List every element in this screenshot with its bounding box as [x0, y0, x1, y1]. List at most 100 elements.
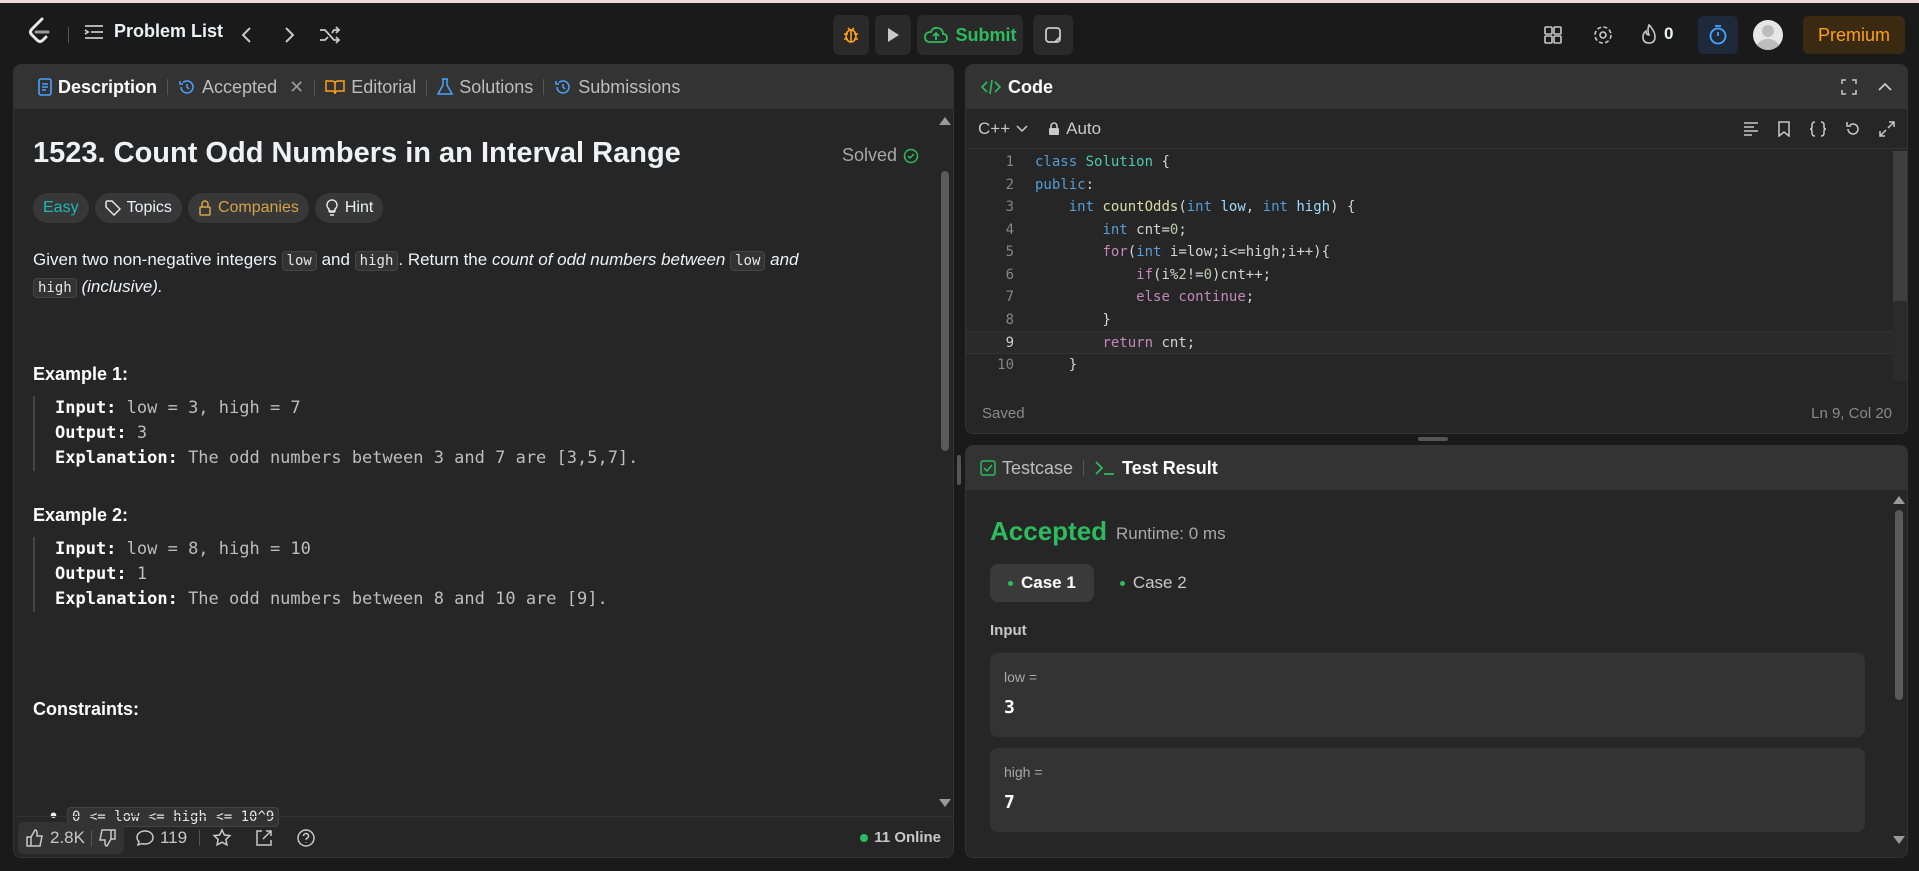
test-scrollbar[interactable]	[1893, 496, 1905, 846]
streak-counter[interactable]: 0	[1640, 23, 1673, 45]
explanation-label: Explanation:	[55, 448, 178, 468]
bookmark-icon[interactable]	[1777, 120, 1791, 137]
star-favorite-icon[interactable]	[212, 827, 232, 848]
code-line: 1 class Solution {	[966, 151, 1896, 174]
notes-icon[interactable]	[1033, 15, 1073, 55]
input-section-label: Input	[990, 622, 1027, 639]
tab-submissions[interactable]: Submissions	[544, 77, 690, 98]
tab-editorial-label: Editorial	[351, 76, 417, 97]
case-1-tab[interactable]: Case 1	[990, 564, 1094, 602]
code-scrollbar[interactable]	[1893, 151, 1907, 381]
premium-button[interactable]: Premium	[1803, 16, 1905, 54]
line-number: 10	[997, 356, 1014, 373]
leetcode-logo-icon[interactable]	[26, 17, 54, 45]
language-select[interactable]: C++	[978, 119, 1028, 139]
problem-list-button[interactable]: Problem List	[84, 21, 223, 42]
case-pass-dot	[1008, 580, 1013, 586]
share-external-icon[interactable]	[254, 828, 274, 848]
tab-testcase-label: Testcase	[1002, 457, 1074, 478]
code-status-bar: Saved Ln 9, Col 20	[982, 405, 1892, 422]
result-status: Accepted	[990, 516, 1108, 546]
code-line: 6 if(i%2!=0)cnt++;	[966, 264, 1896, 287]
vertical-resize-handle[interactable]	[957, 455, 961, 485]
fullscreen-icon[interactable]	[1841, 79, 1857, 95]
auto-mode-toggle[interactable]: Auto	[1048, 119, 1101, 139]
prev-problem-chevron-left-icon[interactable]	[234, 23, 258, 47]
problem-list-label: Problem List	[114, 21, 224, 41]
code-line-current: 9 return cnt;	[966, 331, 1896, 354]
top-bar: Problem List Submit 0 Premium	[0, 0, 1919, 60]
tab-accepted[interactable]: Accepted ✕	[168, 77, 314, 98]
layout-grid-icon[interactable]	[1540, 23, 1566, 47]
tab-test-result[interactable]: Test Result	[1084, 458, 1228, 479]
description-tabbar: Description Accepted ✕ Editorial Solutio…	[14, 65, 953, 109]
scroll-down-arrow-icon[interactable]	[1893, 836, 1905, 844]
line-number: 4	[1005, 221, 1014, 238]
debug-bug-icon[interactable]	[833, 15, 869, 55]
input-label: Input:	[55, 539, 117, 559]
next-problem-chevron-right-icon[interactable]	[278, 23, 302, 47]
scroll-up-arrow-icon[interactable]	[1893, 496, 1905, 504]
reset-undo-icon[interactable]	[1845, 121, 1861, 137]
problem-description: Given two non-negative integers low and …	[33, 247, 863, 301]
code-line: 5 for(int i=low;i<=high;i++){	[966, 241, 1896, 264]
braces-icon[interactable]	[1809, 120, 1827, 137]
run-play-icon[interactable]	[875, 15, 911, 55]
tab-testcase[interactable]: Testcase	[980, 458, 1083, 479]
cloud-upload-icon	[923, 26, 948, 43]
saved-status: Saved	[982, 405, 1025, 422]
thumbs-up-icon[interactable]	[26, 828, 44, 847]
description-scrollbar[interactable]	[939, 109, 951, 809]
example-2-block: Input: low = 8, high = 10 Output: 1 Expl…	[33, 537, 608, 612]
companies-button[interactable]: Companies	[187, 193, 309, 223]
scroll-thumb[interactable]	[941, 171, 949, 451]
topics-button[interactable]: Topics	[94, 193, 182, 223]
resize-handle[interactable]	[1418, 437, 1448, 441]
tab-solutions[interactable]: Solutions	[427, 77, 543, 98]
tab-description-label: Description	[58, 76, 158, 97]
shuffle-icon[interactable]	[316, 23, 344, 47]
collapse-chevron-up-icon[interactable]	[1877, 81, 1893, 93]
hint-label: Hint	[344, 199, 374, 216]
difficulty-badge: Easy	[33, 193, 89, 223]
settings-gear-icon[interactable]	[1590, 23, 1616, 47]
tab-code[interactable]: Code	[980, 77, 1063, 98]
tab-editorial[interactable]: Editorial	[315, 77, 426, 98]
expand-editor-icon[interactable]	[1879, 120, 1895, 137]
description-footer: 2.8K 119 11 Online	[14, 816, 953, 857]
desc-text-2: and	[316, 250, 355, 269]
example-2-input: low = 8, high = 10	[116, 539, 311, 559]
code-line: 7 else continue;	[966, 286, 1896, 309]
scroll-thumb[interactable]	[1893, 151, 1907, 301]
code-editor[interactable]: 1 class Solution { 2 public: 3 int countOd…	[966, 151, 1896, 381]
terminal-prompt-icon	[1095, 461, 1115, 475]
timer-stopwatch-icon[interactable]	[1698, 16, 1738, 54]
tab-description[interactable]: Description	[28, 77, 167, 98]
chevron-down-icon	[1016, 124, 1028, 132]
case-2-tab[interactable]: Case 2	[1102, 564, 1205, 602]
case-tabs: Case 1 Case 2	[990, 564, 1205, 602]
divider	[199, 829, 201, 846]
desc-text-3: . Return the	[398, 250, 492, 269]
scroll-up-arrow-icon[interactable]	[939, 117, 951, 125]
example-1-title: Example 1:	[33, 364, 129, 384]
input-var-high: high = 7	[990, 748, 1865, 832]
scroll-thumb[interactable]	[1895, 510, 1903, 700]
code-high: high	[33, 278, 77, 298]
hint-button[interactable]: Hint	[314, 193, 384, 223]
auto-mode-label: Auto	[1066, 118, 1102, 138]
constraints-title: Constraints:	[33, 699, 140, 719]
tag-icon	[104, 200, 121, 216]
help-question-icon[interactable]	[296, 828, 316, 848]
comment-count: 119	[159, 827, 188, 847]
language-value: C++	[978, 118, 1011, 138]
format-lines-icon[interactable]	[1743, 121, 1759, 136]
check-circle-icon	[903, 148, 919, 163]
document-icon	[38, 78, 52, 96]
scroll-down-arrow-icon[interactable]	[939, 799, 951, 807]
user-avatar[interactable]	[1753, 20, 1783, 50]
close-tab-icon[interactable]: ✕	[289, 77, 304, 98]
thumbs-down-icon[interactable]	[98, 828, 116, 847]
submit-button[interactable]: Submit	[917, 15, 1023, 55]
comments-button[interactable]: 119	[136, 828, 187, 848]
